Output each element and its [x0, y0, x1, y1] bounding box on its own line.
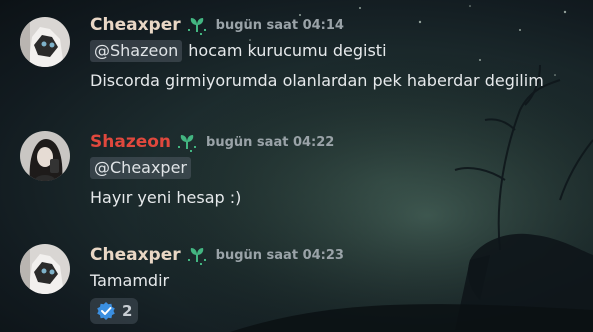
timestamp[interactable]: bugün saat 04:14 — [216, 18, 344, 33]
sprout-badge-icon[interactable] — [186, 14, 208, 36]
message-header: Cheaxper bugün saat 04:23 — [90, 244, 587, 266]
message-content: Shazeon bugün saat 04:22 @Cheaxper Hayır… — [90, 131, 587, 209]
cat-avatar-icon — [20, 17, 70, 67]
message-content: Cheaxper bugün saat 04:23 Tamamdir 2 — [90, 244, 587, 325]
timestamp[interactable]: bugün saat 04:23 — [216, 248, 344, 263]
reaction-button[interactable]: 2 — [90, 298, 139, 324]
username[interactable]: Cheaxper — [90, 15, 181, 35]
chat-messages: Cheaxper bugün saat 04:14 @Shazeon hocam … — [0, 0, 593, 332]
message-header: Cheaxper bugün saat 04:14 — [90, 14, 587, 36]
message-text: Hayır yeni hesap :) — [90, 188, 242, 207]
message-text: hocam kurucumu degisti — [188, 41, 387, 60]
user-mention[interactable]: @Cheaxper — [90, 157, 192, 179]
message-text: Tamamdir — [90, 271, 170, 290]
avatar[interactable] — [20, 17, 70, 67]
sprout-badge-icon[interactable] — [186, 244, 208, 266]
username[interactable]: Cheaxper — [90, 245, 181, 265]
person-avatar-icon — [20, 131, 70, 181]
username[interactable]: Shazeon — [90, 132, 171, 152]
message-content: Cheaxper bugün saat 04:14 @Shazeon hocam … — [90, 14, 587, 92]
timestamp[interactable]: bugün saat 04:22 — [206, 135, 334, 150]
message-text: Discorda girmiyorumda olanlardan pek hab… — [90, 71, 544, 90]
message-line: @Cheaxper — [90, 157, 587, 179]
avatar[interactable] — [20, 131, 70, 181]
cat-avatar-icon — [20, 244, 70, 294]
avatar[interactable] — [20, 244, 70, 294]
user-mention[interactable]: @Shazeon — [90, 40, 183, 62]
verified-check-icon — [97, 302, 115, 320]
reaction-count: 2 — [122, 302, 133, 320]
message-line: @Shazeon hocam kurucumu degisti — [90, 40, 587, 62]
message-header: Shazeon bugün saat 04:22 — [90, 131, 587, 153]
sprout-badge-icon[interactable] — [176, 131, 198, 153]
